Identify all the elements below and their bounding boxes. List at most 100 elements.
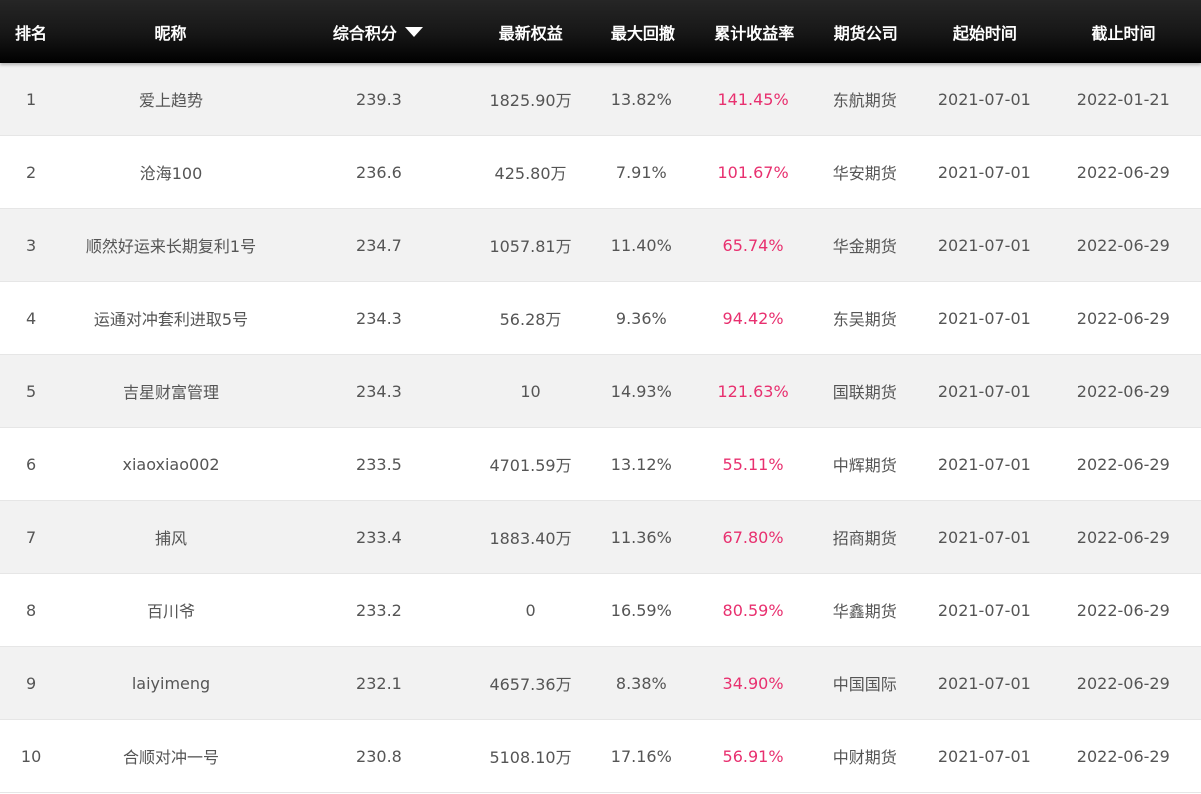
table-row[interactable]: 7 捕风 233.4 1883.40万 11.36% 67.80% 招商期货 2021-07-… bbox=[0, 501, 1201, 574]
cell-start: 2021-07-01 bbox=[937, 89, 1031, 109]
table-header: 排名 昵称 综合积分 最新权益 最大回撤 累计收益率 期货公司 起始时间 截止时… bbox=[0, 0, 1201, 63]
cell-rank: 9 bbox=[26, 673, 37, 693]
cell-name: 合顺对冲一号 bbox=[123, 748, 220, 767]
cell-end: 2022-06-29 bbox=[1076, 527, 1170, 547]
cell-drawdown: 11.40% bbox=[610, 235, 672, 255]
table-row[interactable]: 4 运通对冲套利进取5号 234.3 56.28万 9.36% 94.42% 东吴期货 202… bbox=[0, 282, 1201, 355]
cell-equity: 4657.36万 bbox=[489, 675, 572, 694]
cell-drawdown: 13.12% bbox=[610, 454, 672, 474]
header-end[interactable]: 截止时间 bbox=[1046, 20, 1201, 44]
cell-start: 2021-07-01 bbox=[937, 308, 1031, 328]
cell-return: 67.80% bbox=[722, 527, 784, 547]
table-row[interactable]: 10 合顺对冲一号 230.8 5108.10万 17.16% 56.91% 中财期货 202… bbox=[0, 720, 1201, 793]
cell-start: 2021-07-01 bbox=[937, 673, 1031, 693]
table-row[interactable]: 2 沧海100 236.6 425.80万 7.91% 101.67% 华安期货 2021-0… bbox=[0, 136, 1201, 209]
triangle-down-icon[interactable] bbox=[404, 26, 423, 37]
cell-return: 101.67% bbox=[717, 162, 789, 182]
cell-name: 吉星财富管理 bbox=[123, 383, 220, 402]
header-rank-label: 排名 bbox=[15, 23, 48, 43]
cell-broker: 东航期货 bbox=[832, 91, 897, 110]
cell-broker: 华安期货 bbox=[832, 164, 897, 183]
header-score-label: 综合积分 bbox=[332, 23, 397, 43]
cell-equity: 1825.90万 bbox=[489, 91, 572, 110]
table-row[interactable]: 3 顺然好运来长期复利1号 234.7 1057.81万 11.40% 65.74% 华金期… bbox=[0, 209, 1201, 282]
cell-return: 94.42% bbox=[722, 308, 784, 328]
table-row[interactable]: 5 吉星财富管理 234.3 10 14.93% 121.63% 国联期货 2021-07-0… bbox=[0, 355, 1201, 428]
cell-start: 2021-07-01 bbox=[937, 600, 1031, 620]
ranking-table: 排名 昵称 综合积分 最新权益 最大回撤 累计收益率 期货公司 起始时间 截止时… bbox=[0, 0, 1201, 793]
cell-drawdown: 9.36% bbox=[615, 308, 667, 328]
header-broker-label: 期货公司 bbox=[833, 23, 898, 43]
cell-broker: 华金期货 bbox=[832, 237, 897, 256]
table-row[interactable]: 9 laiyimeng 232.1 4657.36万 8.38% 34.90% 中国国际 20… bbox=[0, 647, 1201, 720]
cell-end: 2022-06-29 bbox=[1076, 308, 1170, 328]
cell-drawdown: 14.93% bbox=[610, 381, 672, 401]
cell-score: 234.3 bbox=[356, 308, 402, 328]
cell-name: laiyimeng bbox=[131, 673, 211, 693]
cell-rank: 4 bbox=[26, 308, 37, 328]
cell-rank: 2 bbox=[26, 162, 37, 182]
table-row[interactable]: 8 百川爷 233.2 0 16.59% 80.59% 华鑫期货 2021-07-01 2022… bbox=[0, 574, 1201, 647]
cell-return: 34.90% bbox=[722, 673, 784, 693]
header-end-label: 截止时间 bbox=[1091, 23, 1156, 43]
cell-end: 2022-01-21 bbox=[1076, 89, 1170, 109]
cell-score: 232.1 bbox=[356, 673, 402, 693]
table-row[interactable]: 6 xiaoxiao002 233.5 4701.59万 13.12% 55.11% 中辉期… bbox=[0, 428, 1201, 501]
header-return[interactable]: 累计收益率 bbox=[701, 20, 808, 44]
cell-score: 236.6 bbox=[356, 162, 402, 182]
header-name[interactable]: 昵称 bbox=[62, 20, 279, 44]
cell-equity: 4701.59万 bbox=[489, 456, 572, 475]
cell-equity: 5108.10万 bbox=[489, 748, 572, 767]
table-row[interactable]: 1 爱上趋势 239.3 1825.90万 13.82% 141.45% 东航期货 2021-… bbox=[0, 63, 1201, 136]
cell-equity: 0 bbox=[525, 600, 536, 620]
cell-equity: 1057.81万 bbox=[489, 237, 572, 256]
cell-return: 80.59% bbox=[722, 600, 784, 620]
cell-name: 运通对冲套利进取5号 bbox=[93, 310, 249, 329]
cell-score: 233.2 bbox=[356, 600, 402, 620]
cell-rank: 8 bbox=[26, 600, 37, 620]
header-broker[interactable]: 期货公司 bbox=[808, 20, 924, 44]
cell-rank: 5 bbox=[26, 381, 37, 401]
cell-name: xiaoxiao002 bbox=[122, 454, 220, 474]
cell-end: 2022-06-29 bbox=[1076, 235, 1170, 255]
cell-drawdown: 17.16% bbox=[610, 746, 672, 766]
cell-name: 爱上趋势 bbox=[139, 91, 204, 110]
header-name-label: 昵称 bbox=[154, 23, 187, 43]
cell-broker: 国联期货 bbox=[832, 383, 897, 402]
cell-drawdown: 8.38% bbox=[615, 673, 667, 693]
header-score[interactable]: 综合积分 bbox=[279, 20, 477, 44]
cell-broker: 中辉期货 bbox=[832, 456, 897, 475]
cell-score: 234.7 bbox=[356, 235, 402, 255]
cell-rank: 6 bbox=[26, 454, 37, 474]
cell-return: 65.74% bbox=[722, 235, 784, 255]
cell-broker: 东吴期货 bbox=[832, 310, 897, 329]
cell-name: 顺然好运来长期复利1号 bbox=[85, 237, 257, 256]
cell-start: 2021-07-01 bbox=[937, 527, 1031, 547]
cell-end: 2022-06-29 bbox=[1076, 162, 1170, 182]
cell-score: 230.8 bbox=[356, 746, 402, 766]
cell-start: 2021-07-01 bbox=[937, 381, 1031, 401]
header-return-label: 累计收益率 bbox=[714, 23, 795, 43]
header-equity-label: 最新权益 bbox=[498, 23, 563, 43]
header-start[interactable]: 起始时间 bbox=[924, 20, 1046, 44]
header-rank[interactable]: 排名 bbox=[0, 20, 62, 44]
cell-drawdown: 13.82% bbox=[610, 89, 672, 109]
cell-return: 141.45% bbox=[717, 89, 789, 109]
cell-broker: 华鑫期货 bbox=[832, 602, 897, 621]
cell-score: 239.3 bbox=[356, 89, 402, 109]
cell-name: 沧海100 bbox=[139, 164, 203, 183]
header-equity[interactable]: 最新权益 bbox=[477, 20, 585, 44]
cell-return: 56.91% bbox=[722, 746, 784, 766]
header-drawdown[interactable]: 最大回撤 bbox=[585, 20, 701, 44]
cell-start: 2021-07-01 bbox=[937, 454, 1031, 474]
cell-score: 233.5 bbox=[356, 454, 402, 474]
cell-end: 2022-06-29 bbox=[1076, 381, 1170, 401]
cell-start: 2021-07-01 bbox=[937, 746, 1031, 766]
cell-score: 234.3 bbox=[356, 381, 402, 401]
cell-score: 233.4 bbox=[356, 527, 402, 547]
cell-equity: 10 bbox=[520, 381, 541, 401]
cell-drawdown: 11.36% bbox=[610, 527, 672, 547]
cell-end: 2022-06-29 bbox=[1076, 600, 1170, 620]
table-body: 1 爱上趋势 239.3 1825.90万 13.82% 141.45% 东航期货 2021-… bbox=[0, 63, 1201, 793]
cell-start: 2021-07-01 bbox=[937, 235, 1031, 255]
